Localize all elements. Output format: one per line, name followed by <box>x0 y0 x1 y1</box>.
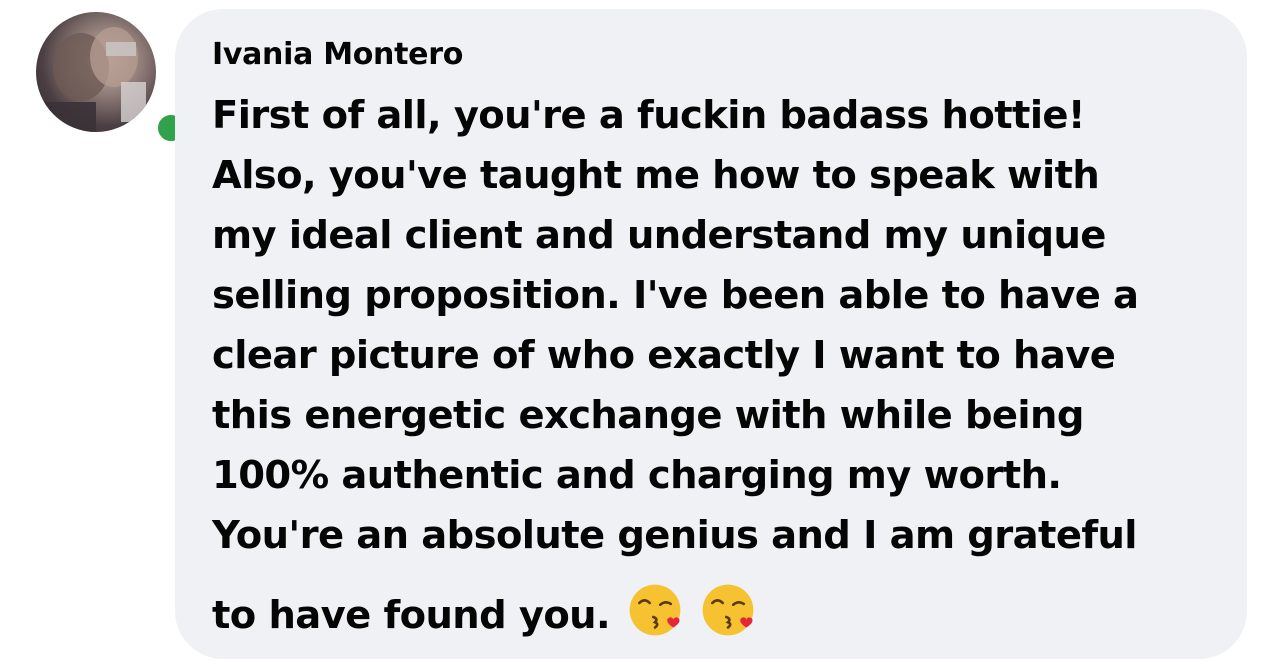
comment-text-line: You're an absolute genius and I am grate… <box>212 513 1138 558</box>
comment-text-line: Also, you've taught me how to speak with <box>212 153 1100 198</box>
comment-text-line: selling proposition. I've been able to h… <box>212 273 1139 318</box>
comment-text-line: my ideal client and understand my unique <box>212 213 1106 258</box>
avatar[interactable] <box>36 12 156 132</box>
comment-text: First of all, you're a fuckin badass hot… <box>212 86 1211 664</box>
author-avatar-container[interactable] <box>36 12 189 146</box>
comment-text-line: this energetic exchange with while being <box>212 393 1084 438</box>
face-blowing-a-kiss-icon <box>702 584 754 636</box>
comment-author-name[interactable]: Ivania Montero <box>212 35 1211 75</box>
comment-text-line: First of all, you're a fuckin badass hot… <box>212 93 1085 138</box>
comment-text-line: 100% authentic and charging my worth. <box>212 453 1062 498</box>
comment-text-line: clear picture of who exactly I want to h… <box>212 333 1116 378</box>
comment-text-last-line: to have found you. <box>212 568 1211 664</box>
comment-text-line: to have found you. <box>212 593 611 638</box>
avatar-photo-icon <box>36 27 146 132</box>
comment-bubble: Ivania Montero First of all, you're a fu… <box>175 9 1247 659</box>
face-blowing-a-kiss-icon <box>629 584 681 636</box>
